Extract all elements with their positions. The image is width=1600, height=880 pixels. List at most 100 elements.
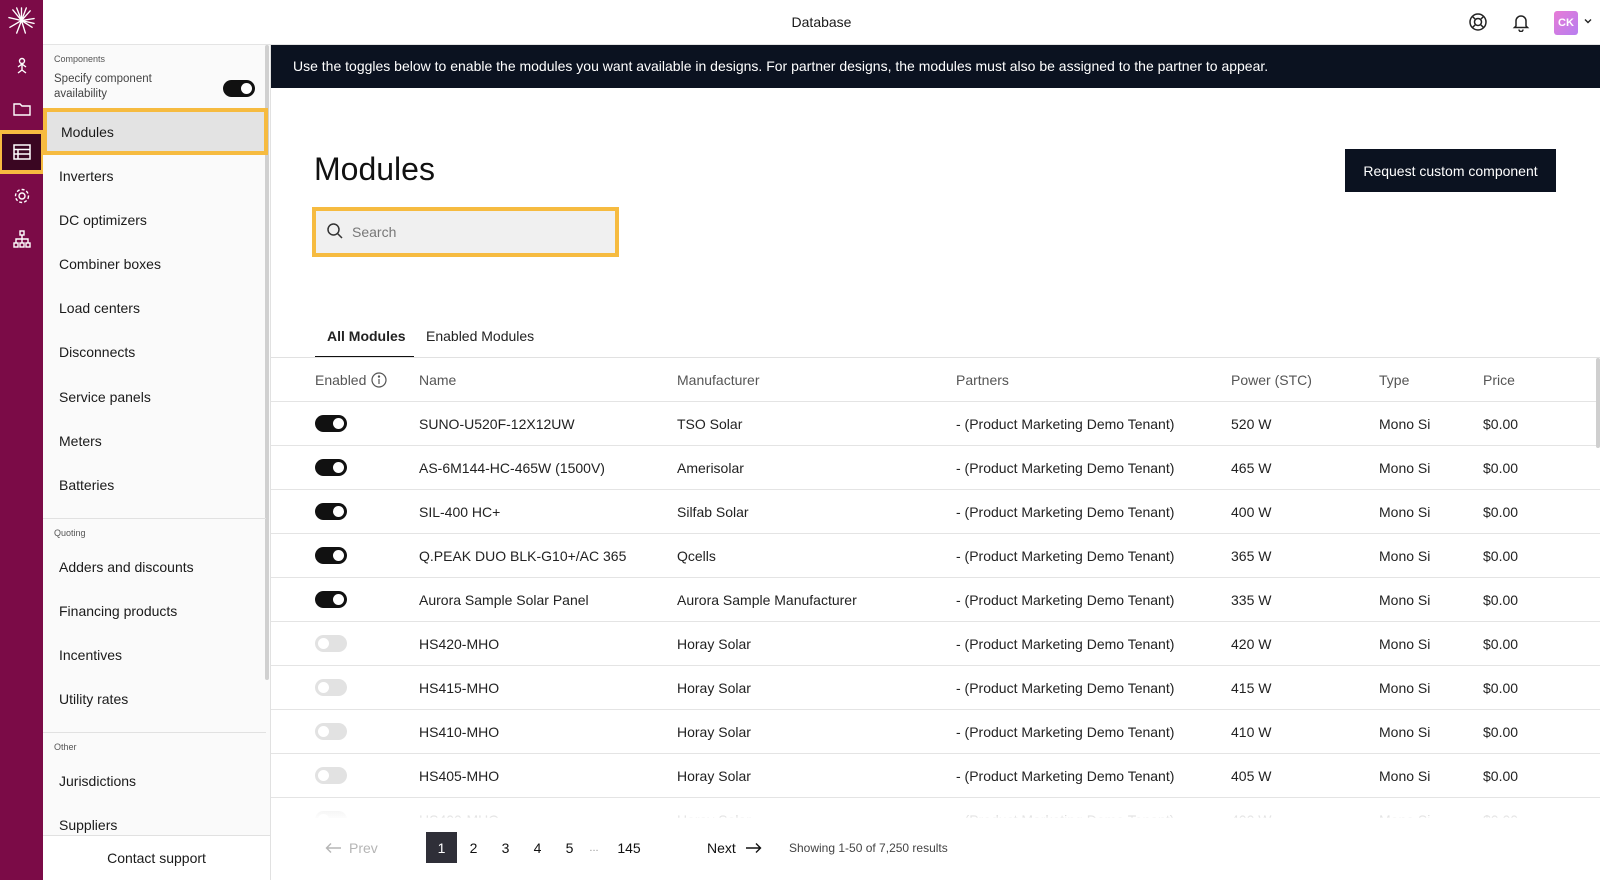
col-manufacturer[interactable]: Manufacturer	[677, 372, 759, 388]
col-type[interactable]: Type	[1379, 372, 1409, 388]
help-lifebuoy-icon[interactable]	[1468, 12, 1488, 32]
enabled-toggle[interactable]	[315, 591, 347, 608]
page-button[interactable]: 2	[458, 832, 489, 863]
sidebar-item-meters[interactable]: Meters	[43, 419, 266, 462]
col-price[interactable]: Price	[1483, 372, 1515, 388]
tab-enabled-modules[interactable]: Enabled Modules	[426, 320, 546, 358]
enabled-toggle[interactable]	[315, 503, 347, 520]
table-row[interactable]: HS420-MHO Horay Solar - (Product Marketing…	[271, 622, 1600, 666]
rail-org[interactable]	[0, 219, 43, 259]
next-button[interactable]: Next	[707, 832, 762, 863]
enabled-toggle[interactable]	[315, 767, 347, 784]
specify-availability-toggle[interactable]	[223, 80, 255, 97]
cell-name: Q.PEAK DUO BLK-G10+/AC 365	[419, 548, 627, 564]
prev-button[interactable]: Prev	[325, 832, 378, 863]
search-icon	[327, 223, 343, 239]
table-row[interactable]: Q.PEAK DUO BLK-G10+/AC 365 Qcells - (Produ…	[271, 534, 1600, 578]
section-label-quoting: Quoting	[54, 528, 86, 538]
page-button[interactable]: 1	[426, 832, 457, 863]
cell-manufacturer: Silfab Solar	[677, 504, 749, 520]
sidebar-item-label: Batteries	[59, 476, 115, 493]
cell-power: 400 W	[1231, 504, 1272, 520]
cell-type: Mono Si	[1379, 636, 1431, 652]
bell-icon[interactable]	[1511, 12, 1531, 32]
cell-price: $0.00	[1483, 680, 1519, 696]
enabled-toggle[interactable]	[315, 415, 347, 432]
enabled-toggle[interactable]	[315, 723, 347, 740]
enabled-toggle[interactable]	[315, 635, 347, 652]
sitemap-icon	[12, 230, 31, 248]
page-button[interactable]: 5	[554, 832, 585, 863]
chevron-down-icon[interactable]	[1583, 16, 1593, 26]
pagination: Prev 1 2 3 4 5 ... 145 Next Showing 1-50…	[271, 820, 1600, 880]
page-button-last[interactable]: 145	[609, 832, 649, 863]
sidebar-item-adders[interactable]: Adders and discounts	[43, 545, 266, 588]
sidebar-item-incentives[interactable]: Incentives	[43, 633, 266, 676]
sidebar-item-utility-rates[interactable]: Utility rates	[43, 677, 266, 720]
rail-projects[interactable]	[0, 89, 43, 129]
pagination-ellipsis: ...	[589, 841, 599, 854]
cell-price: $0.00	[1483, 504, 1519, 520]
cell-manufacturer: Qcells	[677, 548, 716, 564]
request-custom-component-button[interactable]: Request custom component	[1345, 149, 1556, 192]
cell-partners: - (Product Marketing Demo Tenant)	[956, 768, 1175, 784]
cell-name: SUNO-U520F-12X12UW	[419, 416, 575, 432]
sidebar-item-inverters[interactable]: Inverters	[43, 154, 266, 197]
cell-type: Mono Si	[1379, 724, 1431, 740]
sidebar-item-financing[interactable]: Financing products	[43, 589, 266, 632]
prev-label: Prev	[349, 839, 378, 856]
gear-icon	[14, 188, 29, 204]
enabled-toggle[interactable]	[315, 459, 347, 476]
table-row[interactable]: AS-6M144-HC-465W (1500V) Amerisolar - (Pro…	[271, 446, 1600, 490]
cell-partners: - (Product Marketing Demo Tenant)	[956, 416, 1175, 432]
sidebar-item-label: Utility rates	[59, 690, 129, 707]
tab-all-modules[interactable]: All Modules	[315, 320, 414, 358]
table-row[interactable]: Aurora Sample Solar Panel Aurora Sample M…	[271, 578, 1600, 622]
sidebar-item-load-centers[interactable]: Load centers	[43, 286, 266, 329]
col-name[interactable]: Name	[419, 372, 456, 388]
cell-type: Mono Si	[1379, 504, 1431, 520]
sidebar-item-label: Combiner boxes	[59, 255, 161, 272]
cell-price: $0.00	[1483, 548, 1519, 564]
cell-price: $0.00	[1483, 416, 1519, 432]
search-input[interactable]	[352, 219, 602, 245]
cell-partners: - (Product Marketing Demo Tenant)	[956, 548, 1175, 564]
cell-power: 335 W	[1231, 592, 1272, 608]
table-scrollbar[interactable]	[1596, 358, 1600, 448]
enabled-toggle[interactable]	[315, 679, 347, 696]
cell-manufacturer: Amerisolar	[677, 460, 744, 476]
section-label-components: Components	[54, 54, 106, 64]
sidebar-item-jurisdictions[interactable]: Jurisdictions	[43, 759, 266, 802]
modules-table: Enabled Name Manufacturer Partners Power…	[271, 358, 1600, 818]
cell-name: SIL-400 HC+	[419, 504, 501, 520]
col-power[interactable]: Power (STC)	[1231, 372, 1312, 388]
rail-user-pin[interactable]	[0, 46, 43, 86]
sidebar-item-service-panels[interactable]: Service panels	[43, 375, 266, 418]
contact-support-button[interactable]: Contact support	[43, 835, 270, 880]
cell-manufacturer: Horay Solar	[677, 680, 751, 696]
info-banner: Use the toggles below to enable the modu…	[271, 45, 1600, 88]
table-row[interactable]: SIL-400 HC+ Silfab Solar - (Product Market…	[271, 490, 1600, 534]
page-button[interactable]: 4	[522, 832, 553, 863]
sidebar-divider	[43, 518, 266, 519]
rail-database[interactable]	[0, 130, 45, 174]
sidebar-item-dc-optimizers[interactable]: DC optimizers	[43, 198, 266, 241]
table-row[interactable]: HS405-MHO Horay Solar - (Product Marketing…	[271, 754, 1600, 798]
page-button[interactable]: 3	[490, 832, 521, 863]
cell-partners: - (Product Marketing Demo Tenant)	[956, 636, 1175, 652]
avatar[interactable]: CK	[1554, 11, 1578, 35]
table-row[interactable]: HS415-MHO Horay Solar - (Product Marketing…	[271, 666, 1600, 710]
database-sidebar: Components Specify component availabilit…	[43, 45, 271, 880]
sidebar-item-batteries[interactable]: Batteries	[43, 463, 266, 506]
enabled-toggle[interactable]	[315, 547, 347, 564]
col-enabled[interactable]: Enabled	[315, 372, 366, 388]
rail-settings[interactable]	[0, 176, 43, 216]
sidebar-item-modules[interactable]: Modules	[43, 108, 268, 155]
col-partners[interactable]: Partners	[956, 372, 1009, 388]
sidebar-item-combiner-boxes[interactable]: Combiner boxes	[43, 242, 266, 285]
sidebar-item-disconnects[interactable]: Disconnects	[43, 330, 266, 373]
sun-logo[interactable]	[6, 5, 37, 36]
table-row[interactable]: SUNO-U520F-12X12UW TSO Solar - (Product Ma…	[271, 402, 1600, 446]
info-icon[interactable]	[371, 372, 387, 388]
table-row[interactable]: HS410-MHO Horay Solar - (Product Marketing…	[271, 710, 1600, 754]
